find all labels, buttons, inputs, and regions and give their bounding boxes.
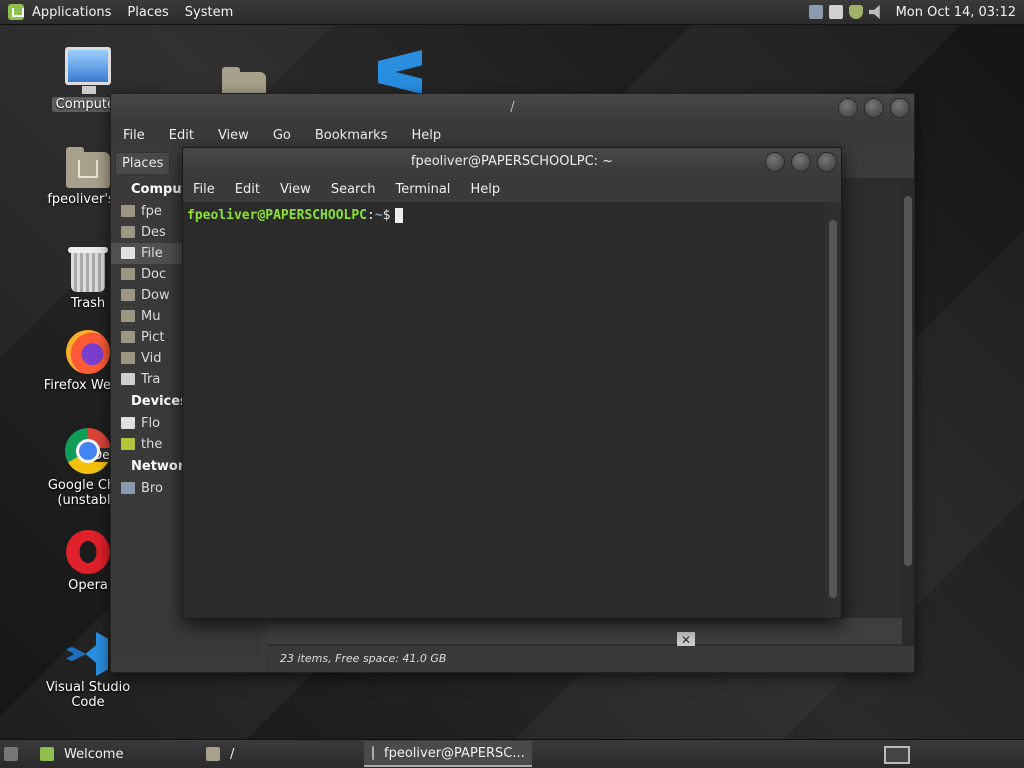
minimize-button[interactable] [838, 98, 858, 118]
file-manager-scrollbar[interactable] [902, 178, 914, 648]
menu-go[interactable]: Go [261, 128, 303, 143]
prompt-user: fpeoliver@PAPERSCHOOLPC [187, 208, 368, 223]
places-menu[interactable]: Places [119, 5, 176, 20]
volume-icon[interactable] [868, 5, 880, 19]
mint-logo-icon [40, 747, 54, 761]
folder-icon [121, 289, 135, 301]
terminal-titlebar[interactable]: fpeoliver@PAPERSCHOOLPC: ~ [183, 148, 841, 176]
menu-help[interactable]: Help [399, 128, 453, 143]
trash-icon [68, 247, 108, 292]
taskbar-item-terminal[interactable]: fpeoliver@PAPERSC... [364, 741, 532, 767]
scrollbar-thumb[interactable] [904, 196, 912, 566]
taskbar-item-file-manager[interactable]: / [198, 741, 362, 767]
terminal-window: fpeoliver@PAPERSCHOOLPC: ~ File Edit Vie… [182, 147, 842, 619]
folder-icon [121, 226, 135, 238]
window-title: fpeoliver@PAPERSCHOOLPC: ~ [410, 154, 614, 169]
sidebar-item-label: Pict [141, 330, 165, 345]
top-panel: Applications Places System Mon Oct 14, 0… [0, 0, 1024, 25]
home-folder-icon [66, 147, 110, 188]
terminal-output[interactable]: fpeoliver@PAPERSCHOOLPC:~$ [183, 202, 825, 618]
sidebar-item-label: fpe [141, 204, 162, 219]
sidebar-item-label: Doc [141, 267, 167, 282]
mint-logo-icon[interactable] [8, 4, 24, 20]
chrome-icon: Dev [65, 428, 119, 474]
opera-icon [66, 530, 110, 574]
taskbar-item-welcome[interactable]: Welcome [32, 741, 196, 767]
menu-terminal[interactable]: Terminal [385, 182, 460, 197]
sidebar-item-label: Mu [141, 309, 161, 324]
close-button[interactable] [890, 98, 910, 118]
network-icon[interactable] [808, 5, 823, 19]
close-button[interactable] [817, 152, 837, 172]
usb-drive-icon [121, 438, 135, 450]
menu-edit[interactable]: Edit [157, 128, 206, 143]
clock[interactable]: Mon Oct 14, 03:12 [886, 5, 1024, 20]
sidebar-item-label: Dow [141, 288, 170, 303]
menu-help[interactable]: Help [460, 182, 510, 197]
menu-view[interactable]: View [206, 128, 261, 143]
show-desktop-icon[interactable] [4, 747, 18, 761]
prompt-path: ~ [374, 208, 383, 223]
sidebar-item-label: the [141, 437, 163, 452]
sidebar-item-label: File [141, 246, 163, 261]
folder-icon [121, 352, 135, 364]
file-manager-menubar: File Edit View Go Bookmarks Help [111, 122, 914, 148]
folder-icon [206, 747, 220, 761]
terminal-icon [372, 746, 374, 760]
applications-menu[interactable]: Applications [24, 5, 119, 20]
sidebar-item-label: Tra [141, 372, 161, 387]
desktop-icon-label: Visual Studio Code [45, 680, 131, 710]
sublime-text-icon [378, 50, 422, 94]
file-manager-bottom-strip [266, 618, 902, 644]
menu-file[interactable]: File [183, 182, 225, 197]
computer-icon [65, 47, 111, 94]
floppy-icon [121, 417, 135, 429]
trash-icon [121, 373, 135, 385]
update-icon[interactable] [828, 5, 843, 19]
workspace-switcher[interactable] [884, 746, 910, 764]
home-folder-icon [121, 205, 135, 217]
prompt-separator: : [367, 208, 375, 223]
sidebar-item-label: Vid [141, 351, 162, 366]
taskbar-item-label: / [230, 746, 235, 762]
sidebar-item-label: Bro [141, 481, 163, 496]
menu-search[interactable]: Search [321, 182, 386, 197]
folder-icon [121, 331, 135, 343]
folder-icon [121, 268, 135, 280]
firefox-icon [66, 330, 110, 374]
system-menu[interactable]: System [177, 5, 241, 20]
prompt-symbol: $ [382, 208, 391, 223]
desktop-icon-sublime[interactable] [350, 50, 450, 98]
sidebar-item-label: Des [141, 225, 166, 240]
status-bar: 23 items, Free space: 41.0 GB [266, 646, 914, 672]
window-title: / [510, 100, 515, 115]
terminal-menubar: File Edit View Search Terminal Help [183, 176, 841, 202]
vscode-icon [66, 632, 110, 676]
system-tray: Mon Oct 14, 03:12 [806, 0, 1024, 24]
folder-icon [121, 310, 135, 322]
drive-icon [121, 247, 135, 259]
shield-icon[interactable] [848, 5, 863, 19]
menu-file[interactable]: File [111, 128, 157, 143]
maximize-button[interactable] [864, 98, 884, 118]
maximize-button[interactable] [791, 152, 811, 172]
terminal-scrollbar[interactable] [825, 202, 841, 618]
places-dropdown[interactable]: Places [115, 151, 171, 175]
menu-edit[interactable]: Edit [225, 182, 270, 197]
menu-bookmarks[interactable]: Bookmarks [303, 128, 400, 143]
scrollbar-thumb[interactable] [829, 220, 837, 598]
taskbar-item-label: Welcome [64, 746, 124, 762]
menu-view[interactable]: View [270, 182, 321, 197]
bottom-panel: Welcome / fpeoliver@PAPERSC... [0, 739, 1024, 768]
file-manager-titlebar[interactable]: / [111, 94, 914, 122]
network-icon [121, 482, 135, 494]
text-cursor [394, 208, 403, 223]
sidebar-item-label: Flo [141, 416, 161, 431]
taskbar-item-label: fpeoliver@PAPERSC... [384, 745, 525, 761]
minimize-button[interactable] [765, 152, 785, 172]
